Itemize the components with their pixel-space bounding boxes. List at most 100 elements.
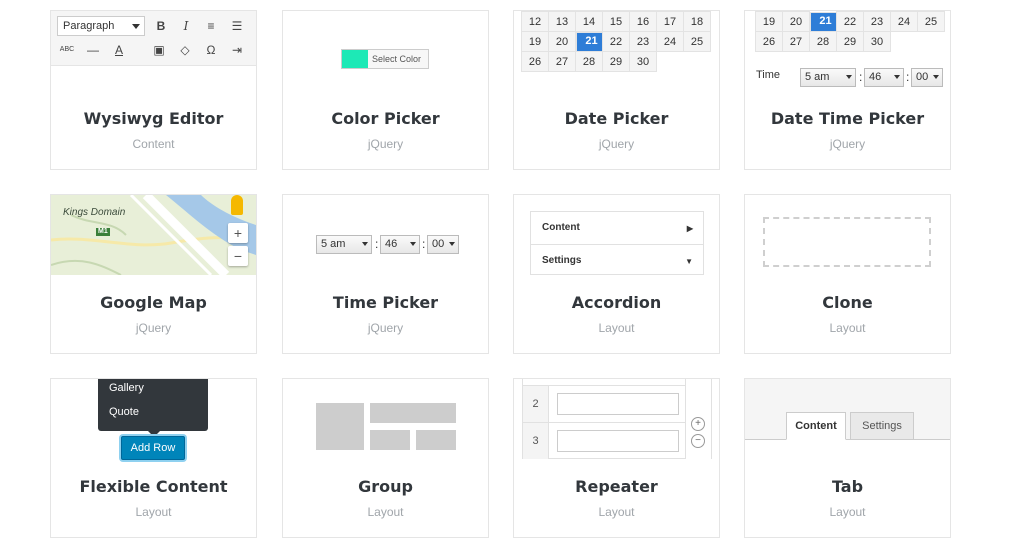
horizontal-rule-icon[interactable]: — bbox=[85, 42, 101, 58]
minute-select[interactable]: 46 bbox=[380, 235, 420, 254]
calendar-day[interactable]: 24 bbox=[890, 11, 918, 32]
road-label: M1 bbox=[98, 228, 108, 235]
calendar-empty-cell bbox=[918, 32, 945, 52]
calendar-empty-cell bbox=[657, 52, 684, 72]
card-title: Color Picker bbox=[331, 109, 440, 128]
strikethrough-icon[interactable]: ABC bbox=[59, 42, 75, 58]
calendar-day[interactable]: 26 bbox=[755, 31, 783, 52]
text-color-icon[interactable]: A bbox=[111, 42, 127, 58]
accordion-preview: Content ▶ Settings ▼ bbox=[530, 211, 704, 275]
calendar-day[interactable]: 25 bbox=[917, 11, 945, 32]
card-title: Date Picker bbox=[564, 109, 669, 128]
calendar-day[interactable]: 28 bbox=[809, 31, 837, 52]
card-repeater[interactable]: 2 3 + − Repeater Layout bbox=[513, 378, 720, 538]
calendar-day[interactable]: 13 bbox=[548, 11, 576, 32]
calendar-day[interactable]: 20 bbox=[548, 31, 576, 52]
layout-menu: Gallery Quote bbox=[98, 379, 208, 437]
color-swatch bbox=[342, 50, 368, 68]
calendar-day[interactable]: 25 bbox=[683, 31, 711, 52]
repeater-field[interactable] bbox=[557, 430, 679, 452]
second-select[interactable]: 00 bbox=[427, 235, 459, 254]
card-clone[interactable]: Clone Layout bbox=[744, 194, 951, 354]
calendar-day[interactable]: 20 bbox=[782, 11, 810, 32]
card-tab[interactable]: Content Settings Tab Layout bbox=[744, 378, 951, 538]
remove-row-icon[interactable]: − bbox=[691, 434, 705, 448]
card-accordion[interactable]: Content ▶ Settings ▼ Accordion Layout bbox=[513, 194, 720, 354]
second-select[interactable]: 00 bbox=[911, 68, 943, 87]
calendar-day[interactable]: 24 bbox=[656, 31, 684, 52]
calendar-day[interactable]: 15 bbox=[602, 11, 630, 32]
italic-icon[interactable]: I bbox=[178, 18, 194, 34]
repeater-preview: 2 3 + − bbox=[522, 379, 712, 459]
time-separator: : bbox=[375, 237, 379, 251]
bullet-list-icon[interactable]: ≡ bbox=[203, 18, 219, 34]
calendar-day[interactable]: 27 bbox=[548, 51, 576, 72]
hour-select[interactable]: 5 am bbox=[800, 68, 856, 87]
calendar-day[interactable]: 29 bbox=[602, 51, 630, 72]
calendar-day[interactable]: 22 bbox=[602, 31, 630, 52]
calendar-day-selected[interactable]: 21 bbox=[576, 32, 603, 52]
format-select[interactable]: Paragraph bbox=[57, 16, 145, 36]
card-category: Layout bbox=[598, 505, 635, 519]
add-row-icon[interactable]: + bbox=[691, 417, 705, 431]
calendar-day[interactable]: 19 bbox=[521, 31, 549, 52]
card-wysiwyg-editor[interactable]: Paragraph B I ≡ ☰ ABC — A ▣ ◇ Ω ⇥ Wysiwy… bbox=[50, 10, 257, 170]
card-date-time-picker[interactable]: 19 20 21 22 23 24 25 26 27 28 29 30 Time 5 am : 46 … bbox=[744, 10, 951, 170]
calendar-day[interactable]: 23 bbox=[863, 11, 891, 32]
calendar-day[interactable]: 27 bbox=[782, 31, 810, 52]
calendar-day[interactable]: 30 bbox=[629, 51, 657, 72]
group-block bbox=[370, 430, 410, 450]
card-title: Wysiwyg Editor bbox=[83, 109, 224, 128]
numbered-list-icon[interactable]: ☰ bbox=[229, 18, 245, 34]
select-color-button[interactable]: Select Color bbox=[341, 49, 429, 69]
menu-item-quote[interactable]: Quote bbox=[109, 406, 139, 418]
zoom-out-button[interactable]: − bbox=[228, 246, 248, 266]
pegman-icon[interactable] bbox=[231, 195, 243, 215]
map-preview[interactable]: Kings Domain M1 + − bbox=[51, 195, 256, 275]
card-category: Layout bbox=[829, 321, 866, 335]
card-date-picker[interactable]: 12 13 14 15 16 17 18 19 20 21 22 23 24 25 26 27 28 29 30 D… bbox=[513, 10, 720, 170]
tab-settings[interactable]: Settings bbox=[850, 412, 914, 440]
repeater-field[interactable] bbox=[557, 393, 679, 415]
chevron-down-icon bbox=[894, 75, 900, 79]
calendar-grid: 12 13 14 15 16 17 18 19 20 21 22 23 24 25 26 27 28 29 30 bbox=[521, 11, 711, 72]
card-color-picker[interactable]: Select Color Color Picker jQuery bbox=[282, 10, 489, 170]
calendar-day[interactable]: 14 bbox=[575, 11, 603, 32]
chevron-down-icon bbox=[846, 75, 852, 79]
accordion-item-settings[interactable]: Settings ▼ bbox=[531, 244, 703, 276]
calendar-day[interactable]: 23 bbox=[629, 31, 657, 52]
tab-strip bbox=[745, 379, 950, 440]
row-actions: + − bbox=[685, 379, 711, 459]
zoom-in-button[interactable]: + bbox=[228, 223, 248, 243]
card-group[interactable]: Group Layout bbox=[282, 378, 489, 538]
eraser-icon[interactable]: ◇ bbox=[177, 42, 193, 58]
add-row-button[interactable]: Add Row bbox=[121, 436, 185, 460]
calendar-day[interactable]: 28 bbox=[575, 51, 603, 72]
calendar-day[interactable]: 16 bbox=[629, 11, 657, 32]
card-category: jQuery bbox=[598, 137, 635, 151]
special-character-icon[interactable]: Ω bbox=[203, 42, 219, 58]
card-google-map[interactable]: Kings Domain M1 + − Google Map jQuery bbox=[50, 194, 257, 354]
paste-icon[interactable]: ▣ bbox=[151, 42, 167, 58]
calendar-day[interactable]: 12 bbox=[521, 11, 549, 32]
calendar-day[interactable]: 29 bbox=[836, 31, 864, 52]
calendar-day[interactable]: 19 bbox=[755, 11, 783, 32]
calendar-day[interactable]: 18 bbox=[683, 11, 711, 32]
card-flexible-content[interactable]: Gallery Quote Add Row Flexible Content L… bbox=[50, 378, 257, 538]
calendar-day-selected[interactable]: 21 bbox=[810, 11, 837, 32]
bold-icon[interactable]: B bbox=[153, 18, 169, 34]
card-time-picker[interactable]: 5 am : 46 : 00 Time Picker jQuery bbox=[282, 194, 489, 354]
accordion-item-content[interactable]: Content ▶ bbox=[531, 212, 703, 244]
minute-select[interactable]: 46 bbox=[864, 68, 904, 87]
calendar-day[interactable]: 17 bbox=[656, 11, 684, 32]
hour-select[interactable]: 5 am bbox=[316, 235, 372, 254]
row-number: 2 bbox=[523, 386, 549, 422]
calendar-day[interactable]: 22 bbox=[836, 11, 864, 32]
card-category: Layout bbox=[367, 505, 404, 519]
chevron-down-icon bbox=[362, 242, 368, 246]
indent-icon[interactable]: ⇥ bbox=[229, 42, 245, 58]
calendar-day[interactable]: 30 bbox=[863, 31, 891, 52]
tab-content[interactable]: Content bbox=[786, 412, 846, 440]
calendar-day[interactable]: 26 bbox=[521, 51, 549, 72]
menu-item-gallery[interactable]: Gallery bbox=[109, 382, 144, 394]
